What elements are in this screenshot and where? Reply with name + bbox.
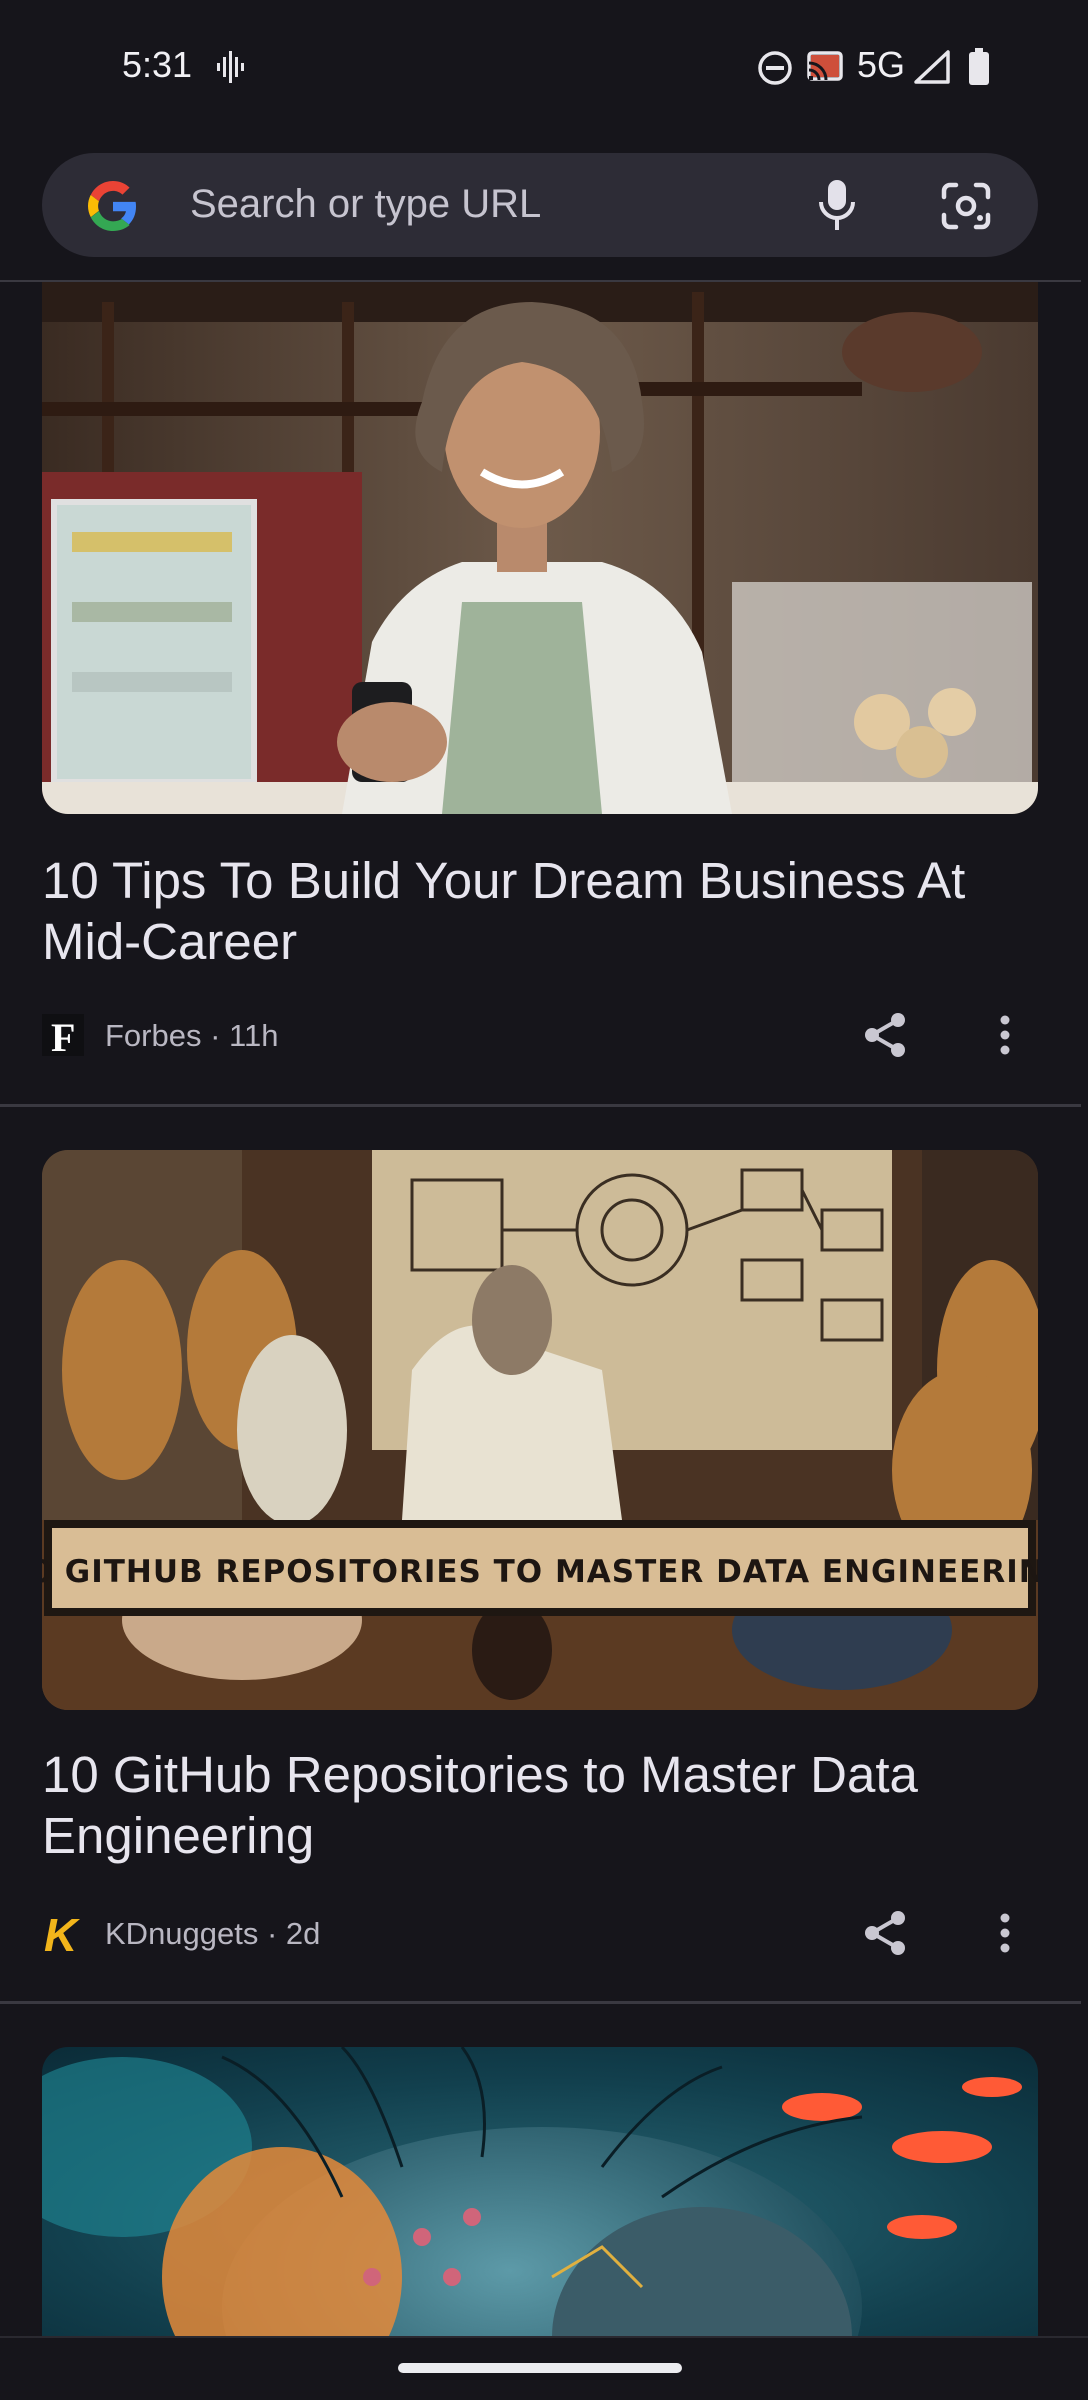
article-card-3[interactable] xyxy=(0,2047,1081,2337)
home-indicator[interactable] xyxy=(398,2363,682,2373)
battery-icon xyxy=(969,48,989,85)
signal-icon xyxy=(914,50,950,84)
more-options-icon[interactable] xyxy=(990,1010,1020,1060)
image-banner-text: 10 GITHUB REPOSITORIES TO MASTER DATA EN… xyxy=(42,1554,1038,1590)
forbes-logo-icon: F xyxy=(42,1014,84,1060)
microphone-icon[interactable] xyxy=(817,178,857,234)
cast-icon xyxy=(807,51,843,81)
article-source-2: KDnuggets · 2d xyxy=(105,1916,321,1951)
network-type: 5G xyxy=(857,44,906,85)
article-card-2[interactable]: 10 GITHUB REPOSITORIES TO MASTER DATA EN… xyxy=(0,1150,1081,1996)
search-bar[interactable]: Search or type URL xyxy=(42,153,1038,257)
article-image-3[interactable] xyxy=(42,2047,1038,2337)
kdnuggets-logo-icon: K xyxy=(44,1909,78,1961)
article-title-1[interactable]: 10 Tips To Build Your Dream Business At … xyxy=(42,850,1042,972)
lens-camera-icon[interactable] xyxy=(940,181,992,231)
card-divider xyxy=(0,1104,1081,1107)
article-source-1: Forbes · 11h xyxy=(105,1018,279,1053)
status-time: 5:31 xyxy=(122,44,193,85)
article-title-2[interactable]: 10 GitHub Repositories to Master Data En… xyxy=(42,1744,1042,1866)
search-input[interactable]: Search or type URL xyxy=(190,182,541,227)
more-options-icon[interactable] xyxy=(990,1908,1020,1958)
do-not-disturb-icon xyxy=(758,51,792,85)
card-divider xyxy=(0,2001,1081,2004)
article-image-1[interactable] xyxy=(42,282,1038,814)
status-bar: 5:31 5G xyxy=(0,0,1088,136)
article-image-2[interactable]: 10 GITHUB REPOSITORIES TO MASTER DATA EN… xyxy=(42,1150,1038,1710)
article-meta-2: K KDnuggets · 2d xyxy=(42,1908,1038,1961)
voice-activity-icon xyxy=(217,51,244,83)
google-logo-icon xyxy=(88,181,137,231)
article-meta-1: F Forbes · 11h xyxy=(42,1010,1038,1060)
share-icon[interactable] xyxy=(860,1908,910,1958)
article-card-1[interactable]: 10 Tips To Build Your Dream Business At … xyxy=(0,282,1081,1106)
navigation-divider xyxy=(0,2336,1088,2338)
share-icon[interactable] xyxy=(860,1010,910,1060)
